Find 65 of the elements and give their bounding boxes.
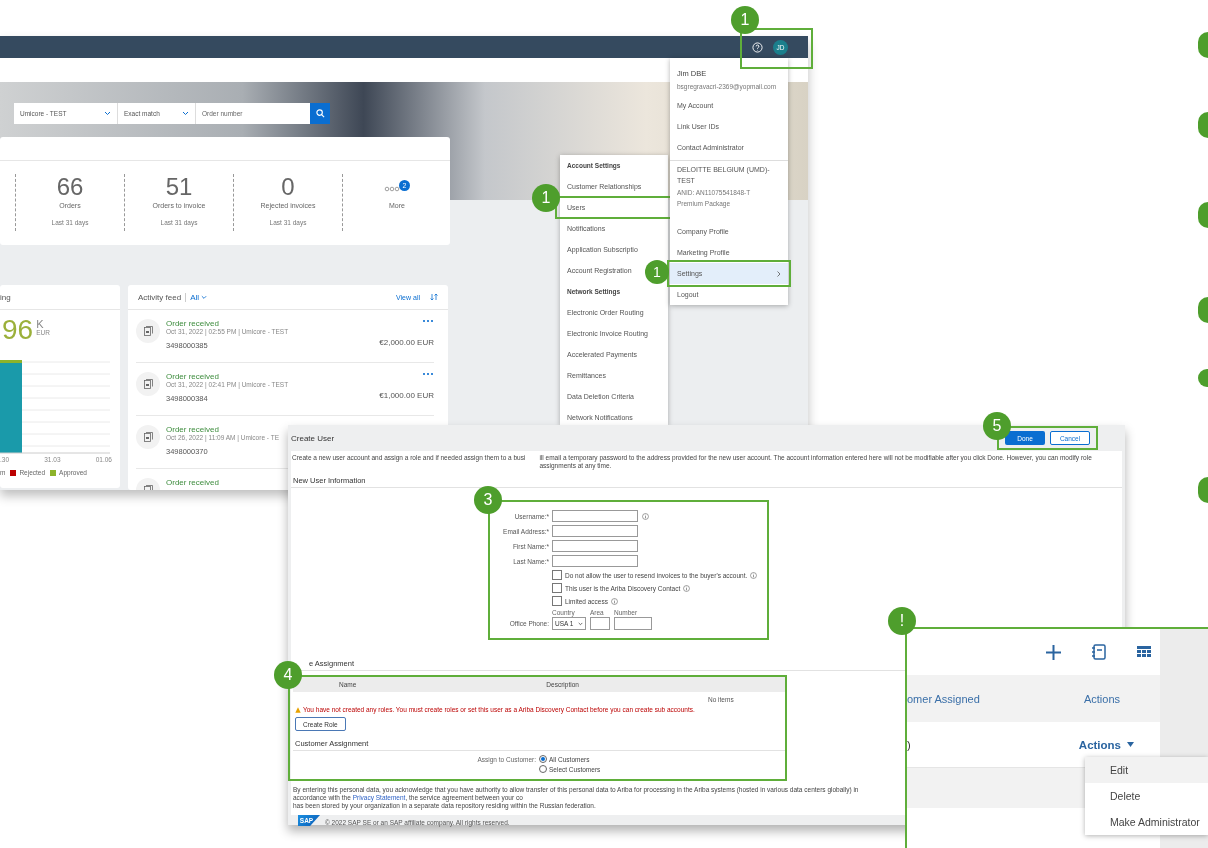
card-title: ing (0, 292, 11, 302)
column-header: Actions (1083, 692, 1120, 705)
input-field[interactable] (614, 617, 652, 630)
table-icon[interactable] (1137, 646, 1151, 658)
document-icon (136, 425, 160, 449)
stat-value: 66 (56, 174, 84, 200)
feed-status[interactable]: Order received (166, 425, 219, 434)
document-icon (136, 319, 160, 343)
search-button[interactable] (310, 103, 330, 124)
radio-button[interactable] (539, 755, 547, 763)
add-icon[interactable] (1046, 644, 1061, 660)
warning-icon (295, 706, 301, 713)
menu-item[interactable]: Edit (1085, 757, 1208, 783)
input-field[interactable] (590, 617, 610, 630)
more-icon[interactable] (422, 372, 434, 376)
chevron-down-icon (201, 294, 208, 300)
document-icon (136, 372, 160, 396)
chevron-down-icon (104, 111, 111, 116)
more-dots-icon[interactable] (384, 186, 400, 192)
step-badge: 5 (983, 412, 1011, 440)
order-amount: €1,000.00 EUR (379, 391, 434, 400)
caret-icon (1127, 742, 1134, 747)
menu-item[interactable]: Delete (1085, 783, 1208, 809)
step-badge: 3 (474, 486, 502, 514)
sort-icon[interactable] (430, 293, 438, 301)
step-marker (1198, 112, 1208, 138)
info-icon[interactable] (611, 597, 618, 605)
step-marker (1198, 477, 1208, 503)
table-cell: ) (907, 738, 911, 751)
column-header: omer Assigned (907, 692, 980, 705)
feed-status[interactable]: Order received (166, 319, 219, 328)
card-title: Activity feed (138, 292, 182, 302)
info-icon[interactable] (642, 512, 649, 520)
step-badge: 1 (731, 6, 759, 34)
input-field[interactable] (552, 555, 638, 567)
search-icon (315, 109, 325, 118)
more-icon[interactable] (422, 319, 434, 323)
order-amount: €2,000.00 EUR (379, 338, 434, 347)
checkbox[interactable] (552, 583, 562, 593)
menu-item[interactable]: Make Administrator (1085, 809, 1208, 835)
step-badge: 4 (274, 661, 302, 689)
stat-value: 51 (165, 174, 193, 200)
notebook-icon[interactable] (1092, 644, 1106, 660)
window-title: Create User (291, 433, 335, 443)
step-marker (1198, 297, 1208, 323)
step-marker (1198, 202, 1208, 228)
input-field[interactable] (552, 525, 638, 537)
info-icon[interactable] (683, 584, 691, 592)
step-marker (1198, 369, 1208, 387)
chevron-down-icon (182, 111, 189, 116)
feed-status[interactable]: Order received (166, 372, 219, 381)
amount-value: 96 (2, 316, 34, 344)
info-icon[interactable] (750, 571, 758, 579)
amount-unit: K (36, 319, 45, 329)
stat-value: 0 (281, 174, 295, 200)
feed-status[interactable]: Order received (166, 478, 219, 487)
filter-dropdown[interactable]: All (190, 292, 208, 302)
help-icon[interactable] (752, 41, 763, 53)
checkbox[interactable] (552, 596, 562, 606)
checkbox[interactable] (552, 570, 562, 580)
step-marker (1198, 32, 1208, 58)
actions-dropdown[interactable]: Actions (1078, 738, 1134, 751)
input-field[interactable] (552, 540, 638, 552)
input-field[interactable] (552, 510, 638, 522)
chevron-down-icon (578, 621, 583, 626)
